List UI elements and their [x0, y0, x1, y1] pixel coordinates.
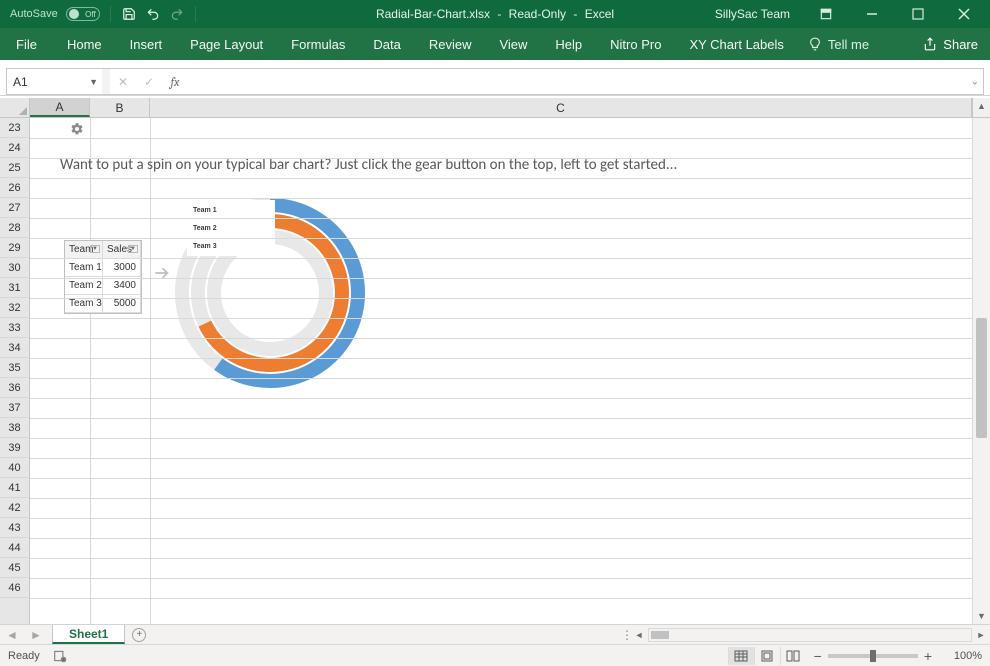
column-header-b[interactable]: B [90, 98, 150, 117]
scroll-up-icon[interactable]: ▲ [977, 101, 986, 111]
column-header-a[interactable]: A [30, 98, 90, 117]
table-row: Team 1 3000 [65, 259, 141, 277]
row-header[interactable]: 38 [0, 418, 29, 438]
row-header[interactable]: 39 [0, 438, 29, 458]
sheet-nav-next-icon[interactable]: ► [24, 625, 48, 644]
row-header[interactable]: 36 [0, 378, 29, 398]
lightbulb-icon [808, 37, 822, 51]
tab-nitro-pro[interactable]: Nitro Pro [596, 28, 675, 60]
save-icon[interactable] [121, 6, 137, 22]
minimize-icon[interactable] [852, 0, 892, 28]
insert-function-button[interactable]: fx [162, 68, 188, 95]
formula-bar: A1 ▼ ✕ ✓ fx ⌄ [0, 68, 990, 96]
row-header[interactable]: 37 [0, 398, 29, 418]
row-header[interactable]: 31 [0, 278, 29, 298]
row-header[interactable]: 23 [0, 118, 29, 138]
row-header[interactable]: 45 [0, 558, 29, 578]
name-box[interactable]: A1 ▼ [6, 68, 102, 95]
row-header[interactable]: 24 [0, 138, 29, 158]
tab-review[interactable]: Review [415, 28, 486, 60]
tab-data[interactable]: Data [359, 28, 414, 60]
zoom-slider[interactable]: − + [814, 649, 932, 663]
title-bar: AutoSave Off Radial-Bar-Chart.xlsx - Rea… [0, 0, 990, 28]
view-page-break-icon[interactable] [780, 647, 806, 665]
select-all-cell[interactable] [0, 98, 30, 117]
row-header[interactable]: 42 [0, 498, 29, 518]
arrow-right-icon [152, 263, 172, 286]
gear-icon[interactable] [70, 122, 84, 139]
formula-input[interactable]: ⌄ [188, 68, 984, 95]
formula-cancel-icon[interactable]: ✕ [110, 68, 136, 95]
tab-page-layout[interactable]: Page Layout [176, 28, 277, 60]
sample-data-table: Team▼ Sales▼ Team 1 3000 Team 2 3400 Tea… [64, 240, 142, 314]
account-name[interactable]: SillySac Team [715, 7, 790, 21]
maximize-icon[interactable] [898, 0, 938, 28]
zoom-in-button[interactable]: + [924, 649, 932, 663]
autosave-toggle[interactable]: Off [66, 7, 100, 21]
tab-help[interactable]: Help [541, 28, 596, 60]
table-row: Team 2 3400 [65, 277, 141, 295]
row-header[interactable]: 27 [0, 198, 29, 218]
view-normal-icon[interactable] [728, 647, 754, 665]
expand-formula-icon[interactable]: ⌄ [971, 76, 979, 87]
zoom-out-button[interactable]: − [814, 649, 822, 663]
sheet-tab-active[interactable]: Sheet1 [52, 625, 125, 644]
chevron-down-icon: ▼ [89, 77, 98, 87]
undo-icon[interactable] [145, 6, 161, 22]
ribbon-tabs: File Home Insert Page Layout Formulas Da… [0, 28, 990, 60]
chart-legend: Team 1 Team 2 Team 3 [193, 204, 217, 258]
row-header[interactable]: 40 [0, 458, 29, 478]
row-headers: 2324252627282930313233343536373839404142… [0, 118, 30, 624]
redo-icon[interactable] [169, 6, 185, 22]
row-header[interactable]: 35 [0, 358, 29, 378]
close-icon[interactable] [944, 0, 984, 28]
macro-record-icon[interactable] [50, 649, 70, 663]
table-header-sales[interactable]: Sales▼ [103, 241, 141, 259]
row-header[interactable]: 28 [0, 218, 29, 238]
column-header-c[interactable]: C [150, 98, 972, 117]
row-header[interactable]: 32 [0, 298, 29, 318]
autosave-label: AutoSave [10, 8, 58, 20]
status-bar: Ready − + 100% [0, 644, 990, 666]
row-header[interactable]: 33 [0, 318, 29, 338]
sheet-nav-prev-icon[interactable]: ◄ [0, 625, 24, 644]
row-header[interactable]: 25 [0, 158, 29, 178]
vertical-scrollbar[interactable]: ▼ [972, 118, 990, 624]
horizontal-scrollbar[interactable]: ◄ ► [630, 625, 990, 644]
tab-insert[interactable]: Insert [116, 28, 177, 60]
scroll-down-icon[interactable]: ▼ [977, 611, 986, 621]
share-icon [923, 37, 937, 51]
share-button[interactable]: Share [911, 28, 990, 60]
status-text: Ready [8, 650, 40, 662]
tab-xy-chart-labels[interactable]: XY Chart Labels [675, 28, 797, 60]
row-header[interactable]: 30 [0, 258, 29, 278]
row-header[interactable]: 46 [0, 578, 29, 598]
tab-file[interactable]: File [0, 28, 53, 60]
row-header[interactable]: 44 [0, 538, 29, 558]
row-header[interactable]: 29 [0, 238, 29, 258]
row-header[interactable]: 26 [0, 178, 29, 198]
tell-me-search[interactable]: Tell me [798, 28, 879, 60]
zoom-level[interactable]: 100% [940, 650, 982, 662]
tab-home[interactable]: Home [53, 28, 116, 60]
radial-bar-chart: Team 1 Team 2 Team 3 [175, 198, 365, 388]
worksheet-grid: A B C ▲ 23242526272829303132333435363738… [0, 98, 990, 624]
cells-area[interactable]: Want to put a spin on your typical bar c… [30, 118, 972, 624]
tab-formulas[interactable]: Formulas [277, 28, 359, 60]
row-header[interactable]: 43 [0, 518, 29, 538]
sheet-tab-bar: ◄ ► Sheet1 + ⋮ ◄ ► [0, 624, 990, 644]
formula-enter-icon[interactable]: ✓ [136, 68, 162, 95]
table-header-team[interactable]: Team▼ [65, 241, 103, 259]
row-header[interactable]: 41 [0, 478, 29, 498]
ribbon-options-icon[interactable] [806, 0, 846, 28]
new-sheet-button[interactable]: + [125, 625, 153, 644]
tab-view[interactable]: View [485, 28, 541, 60]
row-header[interactable]: 34 [0, 338, 29, 358]
view-page-layout-icon[interactable] [754, 647, 780, 665]
